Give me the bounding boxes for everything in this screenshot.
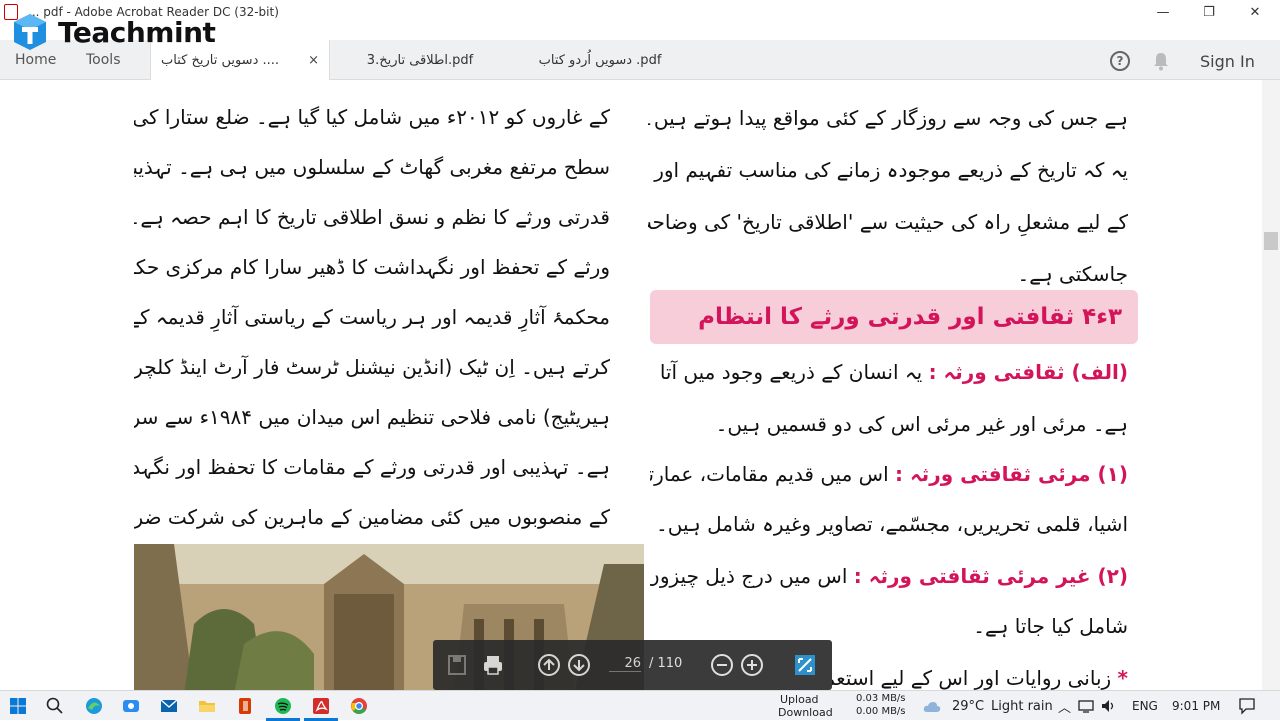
text-line: ہے۔ تہذیبی اور قدرتی ورثے کے مقامات کا ت… (134, 455, 610, 479)
file-explorer-icon[interactable] (197, 696, 217, 716)
edge-browser-icon[interactable] (84, 696, 104, 716)
save-icon[interactable] (445, 653, 469, 677)
zoom-out-icon[interactable] (710, 653, 734, 677)
tangible-heading-line: (۱) مرئی ثقافتی ورثہ : اس میں قدیم مقاما… (650, 462, 1128, 486)
text-line: سطح مرتفع مغربی گھاٹ کے سلسلوں میں ہی ہے… (134, 155, 610, 179)
language-indicator[interactable]: ENG (1132, 699, 1158, 713)
culture-heading-line: (الف) ثقافتی ورثہ : یہ انسان کے ذریعے وج… (650, 360, 1128, 384)
show-hidden-icons-chevron-icon[interactable]: ︿ (1058, 697, 1071, 716)
text-line: شامل کیا جاتا ہے۔ (973, 614, 1128, 638)
teachmint-logo: Teachmint (10, 12, 216, 52)
upload-label: Upload (780, 693, 819, 706)
text-line: قدرتی ورثے کا نظم و نسق اطلاقی تاریخ کا … (134, 205, 610, 229)
minimize-button[interactable]: — (1140, 0, 1186, 24)
text-line: ہے۔ مرئی اور غیر مرئی اس کی دو قسمیں ہیں… (715, 412, 1128, 436)
temperature[interactable]: 29°C (952, 699, 984, 714)
text-line: محکمۂ آثارِ قدیمہ اور ہر ریاست کے ریاستی… (134, 305, 610, 329)
windows-start-icon[interactable] (8, 696, 28, 716)
weather-condition[interactable]: Light rain (991, 699, 1053, 714)
document-viewer[interactable]: کے غاروں کو ۲۰۱۲ء میں شامل کیا گیا ہے۔ ض… (0, 80, 1280, 690)
next-page-icon[interactable] (567, 653, 591, 677)
tab-home[interactable]: Home (15, 52, 56, 68)
help-icon[interactable]: ? (1110, 51, 1130, 71)
vertical-scrollbar[interactable] (1262, 80, 1280, 690)
culture-text: یہ انسان کے ذریعے وجود میں آتا (659, 360, 923, 384)
scrollbar-thumb[interactable] (1264, 232, 1278, 250)
floating-page-toolbar: 26 / 110 (433, 640, 832, 690)
text-line: کے غاروں کو ۲۰۱۲ء میں شامل کیا گیا ہے۔ ض… (134, 105, 610, 129)
text-line: کے لیے مشعلِ راہ کی حیثیت سے 'اطلاقی تار… (648, 210, 1128, 234)
text-line: یہ کہ تاریخ کے ذریعے موجودہ زمانے کی منا… (648, 158, 1128, 182)
volume-icon[interactable] (1100, 698, 1116, 714)
chrome-icon[interactable] (349, 696, 369, 716)
bullet-icon: * (1117, 666, 1128, 690)
upload-speed: 0.03 MB/s (856, 693, 906, 704)
tab-tools[interactable]: Tools (86, 52, 121, 68)
video-call-icon[interactable] (121, 696, 141, 716)
print-icon[interactable] (481, 653, 505, 677)
teachmint-logo-icon (14, 14, 46, 50)
windows-taskbar: Upload Download 0.03 MB/s 0.00 MB/s 29°C… (0, 690, 1280, 721)
network-icon[interactable] (1078, 698, 1094, 714)
left-column-text: کے غاروں کو ۲۰۱۲ء میں شامل کیا گیا ہے۔ ض… (134, 92, 610, 542)
intangible-heading-line: (۲) غیر مرئی ثقافتی ورثہ : اس میں درج ذی… (650, 564, 1128, 588)
tangible-text: اس میں قدیم مقامات، عمارتیں، (650, 462, 889, 486)
text-line: ہے جس کی وجہ سے روزگار کے کئی مواقع پیدا… (648, 106, 1128, 130)
restore-button[interactable]: ❐ (1186, 0, 1232, 24)
tab-document-3-label: دسویں اُردو کتاب .pdf (538, 52, 662, 68)
mail-icon[interactable] (159, 696, 179, 716)
tab-document-3[interactable]: دسویں اُردو کتاب .pdf (520, 40, 680, 80)
text-line: کے منصوبوں میں کئی مضامین کے ماہرین کی ش… (134, 505, 610, 529)
text-line: اشیا، قلمی تحریریں، مجسّمے، تصاویر وغیرہ… (656, 512, 1128, 536)
bullet-text: زبانی روایات اور اس کے لیے استعمال (832, 666, 1112, 690)
culture-label: (الف) ثقافتی ورثہ : (928, 360, 1128, 384)
spotify-icon[interactable] (273, 696, 293, 716)
acrobat-reader-icon[interactable] (311, 696, 331, 716)
search-icon[interactable] (45, 696, 65, 716)
section-heading: ۳ء۴ ثقافتی اور قدرتی ورثے کا انتظام (698, 304, 1122, 330)
sign-in-link[interactable]: Sign In (1200, 52, 1255, 71)
intangible-label: (۲) غیر مرئی ثقافتی ورثہ : (853, 564, 1128, 588)
weather-cloud-icon[interactable] (922, 697, 942, 717)
right-column-text: ہے جس کی وجہ سے روزگار کے کئی مواقع پیدا… (648, 92, 1128, 300)
text-line: ورثے کے تحفظ اور نگہداشت کا ڈھیر سارا کا… (134, 255, 610, 279)
previous-page-icon[interactable] (537, 653, 561, 677)
tangible-label: (۱) مرئی ثقافتی ورثہ : (895, 462, 1128, 486)
fit-page-icon[interactable] (793, 653, 817, 677)
tab-document-2-label: 3.اطلاقی تاریخ.pdf (366, 52, 474, 68)
download-speed: 0.00 MB/s (856, 706, 906, 717)
notification-bell-icon[interactable] (1152, 51, 1170, 71)
close-tab-icon[interactable]: × (308, 53, 319, 68)
text-line: ہیریٹیج) نامی فلاحی تنظیم اس میدان میں ۱… (134, 405, 610, 429)
download-label: Download (778, 706, 833, 719)
tab-document-2[interactable]: 3.اطلاقی تاریخ.pdf (345, 40, 495, 80)
teachmint-logo-text: Teachmint (58, 15, 216, 49)
zoom-in-icon[interactable] (740, 653, 764, 677)
clock[interactable]: 9:01 PM (1172, 699, 1220, 713)
notifications-icon[interactable] (1238, 697, 1256, 715)
bullet-line: * زبانی روایات اور اس کے لیے استعمال (832, 666, 1128, 690)
tab-document-1-label: دسویں تاریخ کتاب .... (161, 52, 280, 68)
page-count: / 110 (649, 656, 683, 671)
text-line: کرتے ہیں۔ اِن ٹیک (انڈین نیشنل ٹرسٹ فار … (134, 355, 610, 379)
intangible-text: اس میں درج ذیل چیزوں کو (650, 564, 848, 588)
page-number-input[interactable]: 26 (609, 656, 641, 672)
office-icon[interactable] (235, 696, 255, 716)
close-window-button[interactable]: ✕ (1232, 0, 1278, 24)
